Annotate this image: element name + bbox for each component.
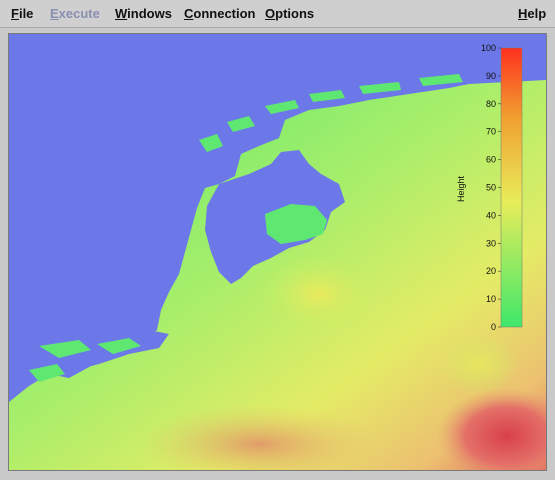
legend-tick-label: 10 bbox=[486, 294, 496, 304]
render-viewport[interactable]: Height 100 90 80 70 60 50 40 30 20 10 0 bbox=[8, 33, 547, 471]
legend-colorbar bbox=[500, 47, 523, 328]
menu-options[interactable]: Options bbox=[265, 6, 314, 21]
legend-tick-label: 40 bbox=[486, 210, 496, 220]
legend-tick-label: 80 bbox=[486, 99, 496, 109]
legend-tick-label: 50 bbox=[486, 183, 496, 193]
legend-tick-label: 100 bbox=[481, 43, 496, 53]
menu-windows[interactable]: Windows bbox=[115, 6, 172, 21]
menu-execute[interactable]: Execute bbox=[50, 6, 100, 21]
legend-tick-label: 30 bbox=[486, 238, 496, 248]
menu-bar: File Execute Windows Connection Options … bbox=[0, 0, 555, 28]
height-map[interactable]: Height 1009080706050403020100 bbox=[9, 34, 546, 470]
legend-tick-label: 0 bbox=[491, 322, 496, 332]
hill-region-center bbox=[259, 254, 379, 334]
menu-connection[interactable]: Connection bbox=[184, 6, 256, 21]
hill-region-east bbox=[439, 334, 519, 394]
legend-tick-label: 20 bbox=[486, 266, 496, 276]
legend-title: Height bbox=[456, 175, 466, 202]
menu-file[interactable]: File bbox=[11, 6, 33, 21]
legend-tick-label: 70 bbox=[486, 127, 496, 137]
legend-tick-label: 90 bbox=[486, 71, 496, 81]
legend-tick-label: 60 bbox=[486, 155, 496, 165]
menu-help[interactable]: Help bbox=[518, 6, 546, 21]
